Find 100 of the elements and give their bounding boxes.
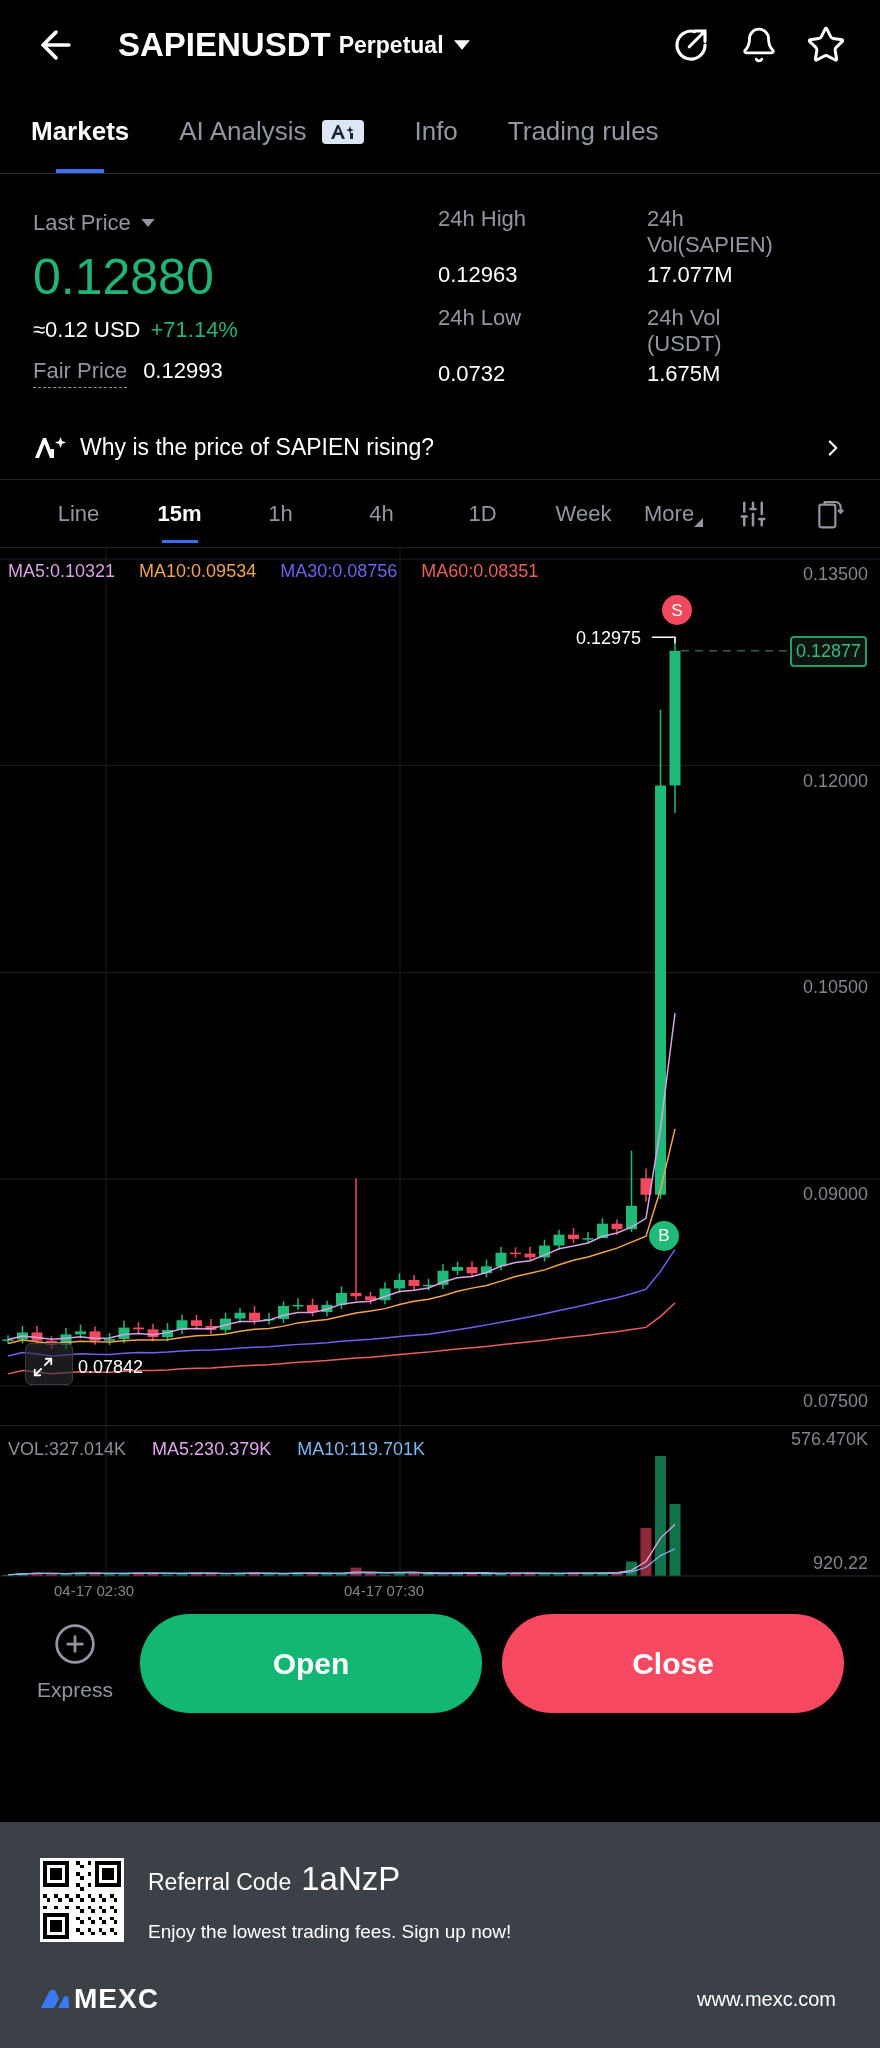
last-price: 0.12880 — [33, 249, 215, 305]
volume-bar — [31, 1572, 43, 1576]
caret-icon — [453, 40, 470, 50]
volume-bar — [408, 1572, 420, 1576]
stat-value: 0.12963 — [438, 261, 519, 289]
qr-code-icon — [40, 1858, 124, 1942]
volume-bar — [104, 1573, 115, 1576]
candle — [524, 1246, 536, 1263]
price-type-label[interactable]: Last Price — [33, 206, 131, 239]
candle — [597, 1217, 608, 1239]
caret-icon — [140, 218, 155, 227]
star-icon[interactable] — [806, 25, 846, 65]
stat-value: 1.675M — [647, 360, 722, 388]
candle — [104, 1332, 115, 1346]
volume-legend-label: MA5:230.379K — [152, 1438, 272, 1461]
price-axis-label: 0.12000 — [802, 769, 868, 793]
stat-value: 0.0732 — [438, 360, 507, 388]
tab[interactable]: Markets — [31, 90, 130, 173]
plus-icon — [53, 1621, 97, 1666]
volume-bar — [640, 1528, 652, 1576]
candle — [553, 1228, 565, 1251]
candle — [394, 1272, 405, 1294]
volume-bar — [133, 1572, 144, 1576]
volume-bar — [205, 1573, 217, 1576]
tab[interactable]: Info — [414, 90, 458, 173]
candle — [321, 1299, 333, 1317]
express-button[interactable]: Express — [30, 1621, 120, 1706]
volume-bar — [394, 1573, 405, 1576]
candle — [481, 1258, 492, 1279]
price-axis-label: 0.09000 — [802, 1183, 868, 1207]
volume-bar — [147, 1572, 159, 1576]
interval-tab[interactable]: 4h — [331, 480, 432, 547]
candle — [133, 1321, 144, 1335]
interval-tab[interactable]: Week — [533, 480, 634, 547]
candle — [60, 1327, 72, 1350]
fair-price: 0.12993 — [143, 357, 223, 385]
volume-bar — [597, 1572, 608, 1576]
candle — [220, 1311, 231, 1335]
candle — [17, 1325, 28, 1345]
pair-title: SAPIENUSDT — [118, 25, 331, 66]
interval-tab[interactable]: 1h — [230, 480, 331, 547]
volume-bar — [553, 1573, 565, 1576]
volume-bar — [292, 1572, 304, 1576]
candle — [89, 1325, 101, 1346]
bell-icon[interactable] — [740, 26, 778, 64]
volume-bar — [249, 1572, 260, 1576]
price-change: +71.14% — [150, 316, 238, 344]
candle — [176, 1313, 188, 1335]
price-axis-label: 0.13500 — [802, 563, 868, 586]
candle — [292, 1297, 304, 1311]
candle — [568, 1227, 579, 1244]
candle — [582, 1231, 594, 1244]
volume-bar — [75, 1572, 86, 1576]
buy-marker: B — [649, 1221, 679, 1251]
candle — [510, 1246, 521, 1259]
price-axis-label: 0.07500 — [802, 1389, 868, 1413]
candle — [234, 1307, 246, 1324]
fair-price-label[interactable]: Fair Price — [33, 354, 128, 388]
candle — [263, 1311, 275, 1326]
volume-bar — [452, 1572, 463, 1576]
volume-bar — [669, 1504, 681, 1576]
contract-type-dropdown[interactable]: Perpetual — [338, 27, 470, 63]
volume-bar — [350, 1567, 362, 1576]
interval-tab[interactable]: 15m — [129, 480, 230, 547]
stat-label: 24h High — [438, 206, 528, 232]
tab[interactable]: Trading rules — [507, 90, 659, 173]
candle — [205, 1318, 217, 1335]
insight-link[interactable]: Why is the price of SAPIEN rising? — [0, 416, 880, 480]
corner-caret-icon — [694, 518, 704, 527]
interval-tab[interactable]: 1D — [432, 480, 533, 547]
candle — [640, 1167, 652, 1203]
candle — [452, 1261, 463, 1276]
candle — [437, 1263, 449, 1290]
stat-label: 24h Vol (USDT) — [647, 305, 723, 357]
volume-axis-label: 576.470K — [790, 1428, 868, 1451]
volume-bar — [46, 1573, 57, 1576]
current-price-tag: 0.12877 — [790, 635, 868, 667]
volume-bar — [176, 1573, 188, 1576]
volume-bar — [234, 1572, 246, 1576]
candle — [46, 1335, 57, 1350]
ma-legend-label: MA30:0.08756 — [280, 560, 398, 583]
brand-name: MEXC — [74, 1982, 159, 2016]
candle — [75, 1323, 86, 1340]
volume-bar — [582, 1572, 594, 1576]
interval-tab[interactable]: More — [634, 480, 738, 547]
ma-legend-label: MA10:0.09534 — [139, 560, 257, 583]
price-axis-label: 0.10500 — [802, 976, 868, 1000]
stat-label: 24h Vol(SAPIEN) — [647, 206, 774, 258]
referral-label: Referral Code — [148, 1868, 292, 1897]
tab[interactable]: AI Analysis — [179, 90, 365, 173]
candle — [466, 1260, 478, 1279]
volume-bar — [191, 1572, 202, 1576]
sell-marker: S — [662, 595, 692, 626]
interval-tab[interactable]: Line — [28, 480, 129, 547]
time-axis-label: 04-17 07:30 — [344, 1582, 425, 1600]
candle — [191, 1314, 202, 1331]
volume-legend-label: VOL:327.014K — [8, 1438, 127, 1461]
volume-bar — [423, 1573, 434, 1576]
volume-bar — [481, 1573, 492, 1576]
fullscreen-button[interactable] — [25, 1343, 73, 1385]
